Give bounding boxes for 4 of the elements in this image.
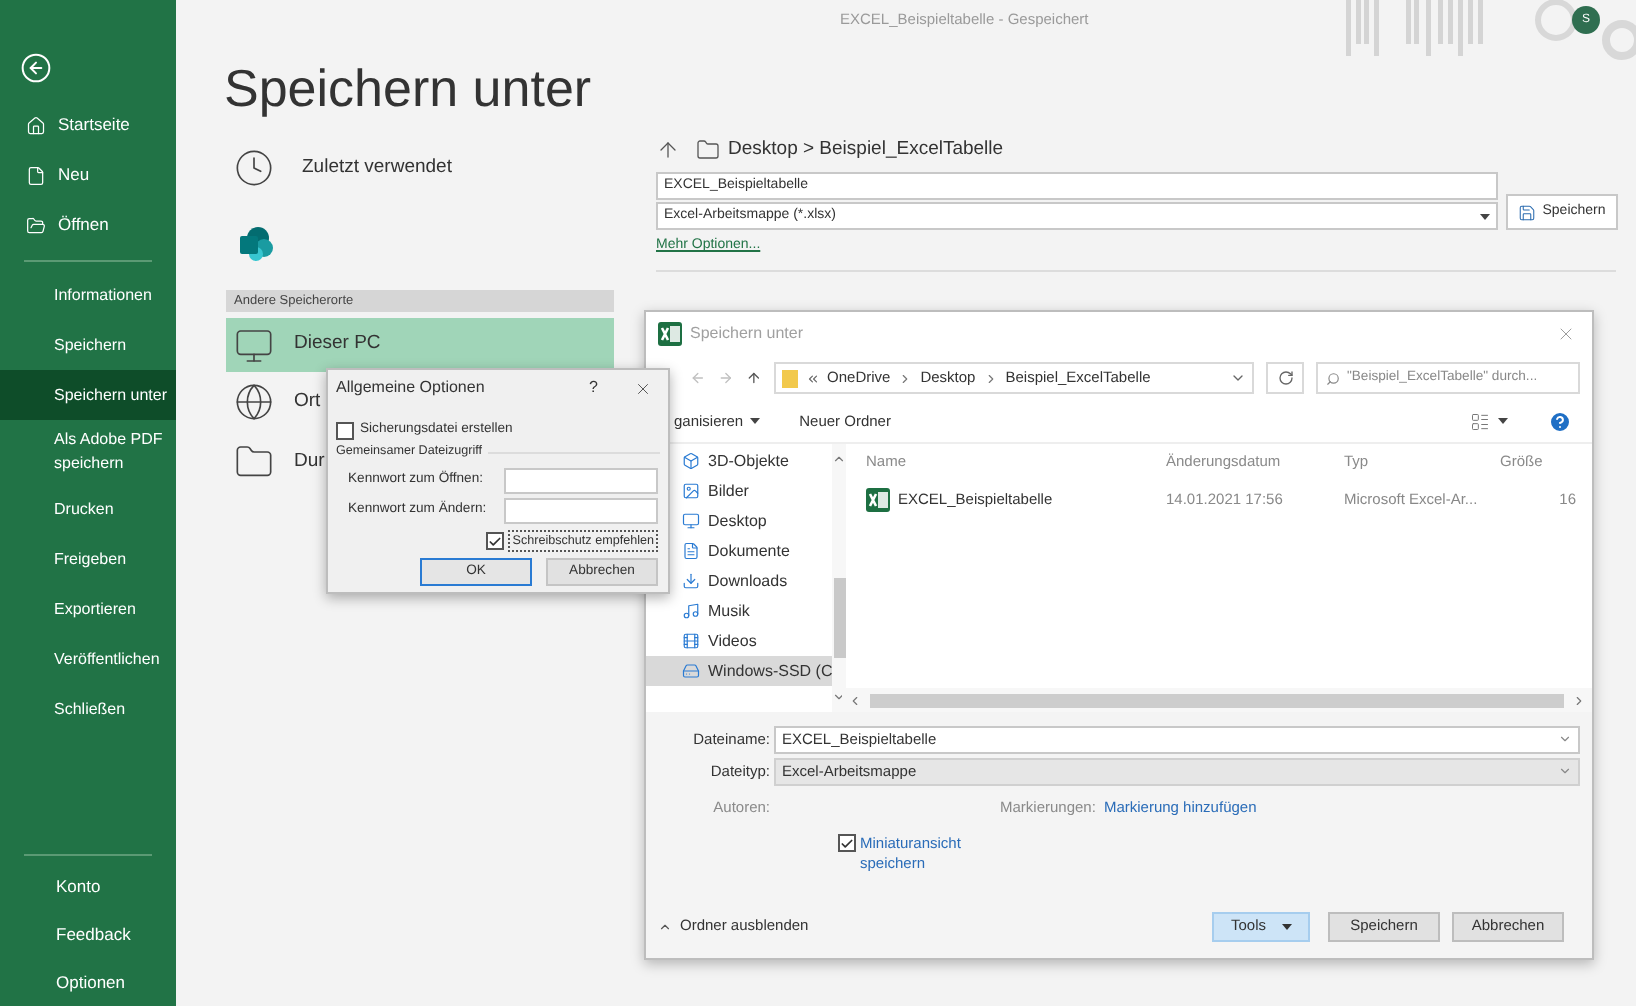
breadcrumb: Desktop > Beispiel_ExcelTabelle	[728, 135, 1004, 164]
page-title: Speichern unter	[224, 56, 594, 122]
dialog-title: Speichern unter	[690, 322, 805, 346]
dialog-title: Allgemeine Optionen	[336, 376, 487, 400]
